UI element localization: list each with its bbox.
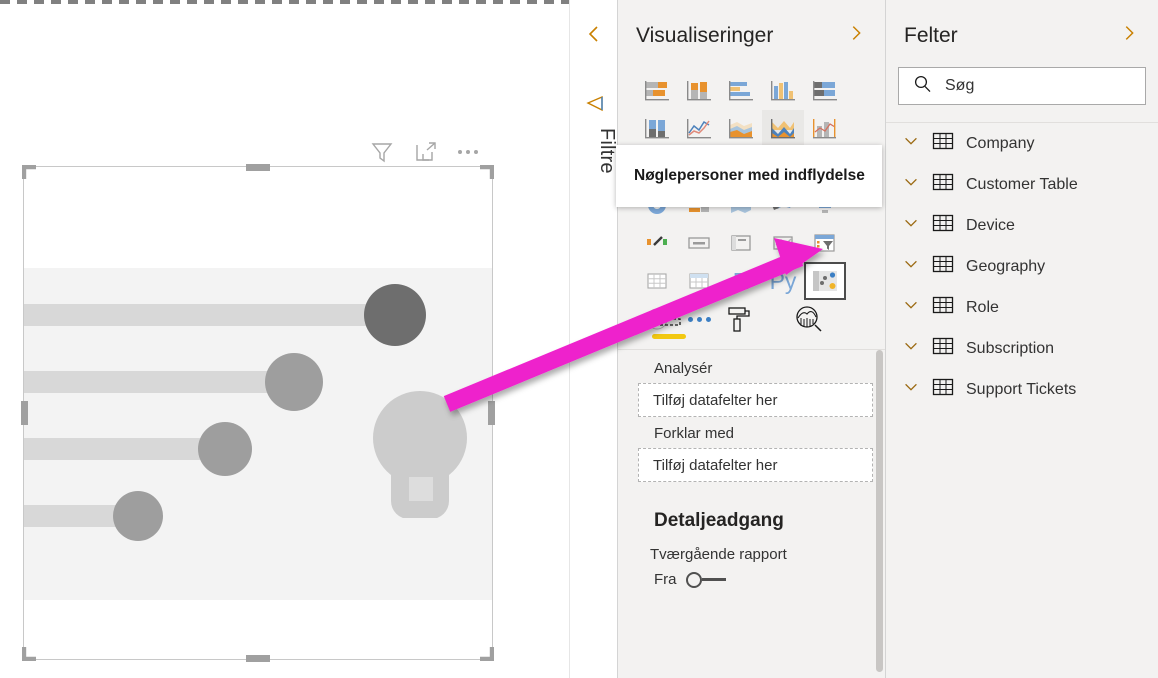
key-influencers-icon[interactable]: [804, 262, 846, 300]
clustered-bar-chart-icon[interactable]: [720, 72, 762, 110]
multi-row-card-icon[interactable]: [720, 224, 762, 262]
filter-icon[interactable]: [370, 140, 394, 164]
field-table-name: Support Tickets: [966, 380, 1077, 398]
field-table-row[interactable]: Subscription: [886, 328, 1158, 369]
tab-format[interactable]: [722, 300, 756, 340]
card-icon[interactable]: [678, 224, 720, 262]
well-dropzone-explain-by[interactable]: Tilføj datafelter her: [638, 448, 873, 482]
field-table-row[interactable]: Device: [886, 205, 1158, 246]
cross-report-toggle-row[interactable]: Fra: [618, 571, 885, 588]
fields-pane: Felter Søg Company Customer Table Device…: [886, 0, 1158, 678]
r-visual-label: R: [732, 267, 750, 294]
visualizations-pane-header: Visualiseringer: [618, 0, 885, 49]
filters-pane-collapsed[interactable]: Filtre: [570, 0, 618, 678]
table-icon: [932, 376, 954, 403]
selected-visual-placeholder[interactable]: [21, 164, 495, 662]
chevron-down-icon[interactable]: [902, 214, 920, 237]
placeholder-artwork: [24, 268, 492, 600]
field-table-name: Geography: [966, 257, 1046, 275]
chevron-down-icon[interactable]: [902, 337, 920, 360]
filters-pane-label: Filtre: [596, 128, 618, 174]
drillthrough-title: Detaljeadgang: [654, 510, 784, 531]
visualizations-title: Visualiseringer: [636, 23, 774, 47]
toggle-track: [701, 578, 726, 581]
lightbulb-icon: [369, 383, 471, 519]
cross-report-toggle-state: Fra: [654, 571, 677, 588]
more-options-icon[interactable]: [458, 150, 478, 154]
visualizations-pane-scrollbar[interactable]: [876, 350, 883, 672]
kpi-icon[interactable]: [762, 224, 804, 262]
tab-analytics[interactable]: [792, 300, 826, 340]
chevron-down-icon[interactable]: [902, 173, 920, 196]
line-chart-icon[interactable]: [678, 110, 720, 148]
table-icon: [932, 171, 954, 198]
tab-fields[interactable]: [652, 300, 686, 340]
r-script-visual-icon[interactable]: R: [720, 262, 762, 300]
drillthrough-cross-report-label: Tværgående rapport: [650, 546, 787, 563]
stacked-column-chart-icon[interactable]: [678, 72, 720, 110]
fields-search-placeholder: Søg: [945, 77, 975, 94]
expand-visualizations-chevron-icon[interactable]: [845, 22, 867, 49]
field-table-row[interactable]: Geography: [886, 246, 1158, 287]
visual-settings-tabs[interactable]: [618, 300, 885, 350]
expand-fields-chevron-icon[interactable]: [1118, 22, 1140, 49]
field-table-row[interactable]: Company: [886, 123, 1158, 164]
fields-title: Felter: [904, 23, 958, 47]
stacked-bar-chart-icon[interactable]: [636, 72, 678, 110]
cross-report-toggle[interactable]: [685, 571, 726, 588]
python-visual-icon[interactable]: Py: [762, 262, 804, 300]
well-label-explain-by: Forklar med: [654, 425, 735, 442]
field-table-row[interactable]: Role: [886, 287, 1158, 328]
hundred-percent-stacked-bar-chart-icon[interactable]: [804, 72, 846, 110]
search-icon: [913, 74, 933, 99]
table-icon: [932, 335, 954, 362]
python-visual-label: Py: [769, 267, 797, 294]
chevron-down-icon[interactable]: [902, 132, 920, 155]
chevron-down-icon[interactable]: [902, 296, 920, 319]
tab-fields-active-indicator: [652, 334, 686, 339]
table-icon: [932, 294, 954, 321]
visual-header-icons: [370, 138, 490, 166]
clustered-column-chart-icon[interactable]: [762, 72, 804, 110]
well-dropzone-analyze[interactable]: Tilføj datafelter her: [638, 383, 873, 417]
table-icon[interactable]: [636, 262, 678, 300]
well-label-analyze: Analysér: [654, 360, 713, 377]
matrix-icon[interactable]: [678, 262, 720, 300]
field-table-name: Company: [966, 134, 1035, 152]
toggle-knob-icon: [685, 571, 702, 588]
power-bi-report-editor: Filtre Visualiseringer R Py Analysér Til…: [0, 0, 1158, 678]
report-canvas[interactable]: [0, 0, 570, 678]
visualizations-pane: Visualiseringer R Py Analysér Tilføj dat…: [618, 0, 886, 678]
fields-search-box[interactable]: Søg: [898, 67, 1146, 105]
field-table-row[interactable]: Support Tickets: [886, 369, 1158, 410]
hundred-percent-stacked-column-chart-icon[interactable]: [636, 110, 678, 148]
field-table-name: Subscription: [966, 339, 1055, 357]
field-table-name: Role: [966, 298, 999, 316]
field-wells: Analysér Tilføj datafelter her Forklar m…: [618, 352, 885, 588]
slicer-icon[interactable]: [804, 224, 846, 262]
table-icon: [932, 253, 954, 280]
resize-handle-top-middle[interactable]: [246, 164, 270, 171]
field-table-name: Customer Table: [966, 175, 1078, 193]
line-and-stacked-column-chart-icon[interactable]: [804, 110, 846, 148]
resize-handle-bottom-middle[interactable]: [246, 655, 270, 662]
table-icon: [932, 212, 954, 239]
field-table-row[interactable]: Customer Table: [886, 164, 1158, 205]
fields-pane-header: Felter: [886, 0, 1158, 49]
stacked-area-chart-icon[interactable]: [762, 110, 804, 148]
area-chart-icon[interactable]: [720, 110, 762, 148]
table-icon: [932, 130, 954, 157]
chevron-down-icon[interactable]: [902, 255, 920, 278]
focus-mode-icon[interactable]: [414, 140, 438, 164]
tooltip-text: Nøglepersoner med indflydelse: [634, 167, 865, 184]
gauge-chart-icon[interactable]: [636, 224, 678, 262]
field-table-name: Device: [966, 216, 1015, 234]
fields-table-list: Company Customer Table Device Geography …: [886, 123, 1158, 410]
resize-handle-middle-left[interactable]: [21, 401, 28, 425]
chevron-down-icon[interactable]: [902, 378, 920, 401]
canvas-top-dashed-border: [0, 0, 569, 4]
resize-handle-middle-right[interactable]: [488, 401, 495, 425]
visual-type-tooltip: Nøglepersoner med indflydelse: [616, 145, 882, 207]
